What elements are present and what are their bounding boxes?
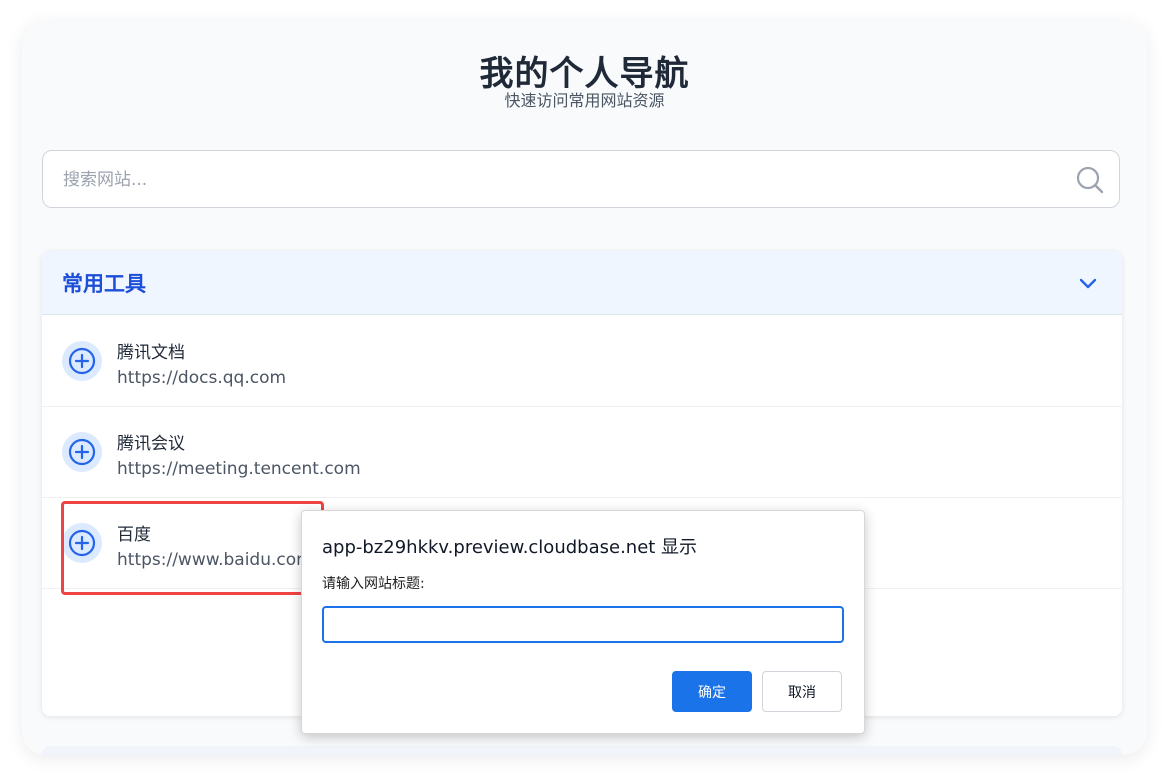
site-item[interactable]: 腾讯会议 https://meeting.tencent.com	[42, 407, 1122, 498]
site-url: https://meeting.tencent.com	[117, 459, 361, 479]
site-name: 百度	[117, 525, 151, 545]
site-item[interactable]: 腾讯文档 https://docs.qq.com	[42, 316, 1122, 407]
site-name: 腾讯会议	[117, 434, 185, 454]
search-box	[42, 150, 1120, 209]
site-url: https://docs.qq.com	[117, 368, 287, 388]
section-header[interactable]: 常用工具	[42, 251, 1122, 315]
section-title: 常用工具	[62, 272, 146, 296]
plus-circle-icon	[62, 432, 102, 472]
search-icon[interactable]	[1075, 165, 1105, 195]
plus-circle-icon	[62, 341, 102, 381]
page-subtitle: 快速访问常用网站资源	[504, 91, 665, 110]
dialog-input[interactable]	[322, 606, 844, 643]
plus-circle-icon	[62, 523, 102, 563]
site-url: https://www.baidu.com	[117, 550, 313, 570]
ok-button[interactable]: 确定	[672, 671, 752, 712]
prompt-dialog: app-bz29hkkv.preview.cloudbase.net 显示 请输…	[301, 510, 865, 734]
cancel-button[interactable]: 取消	[762, 671, 842, 712]
site-name: 腾讯文档	[117, 343, 185, 363]
search-input[interactable]	[43, 151, 1075, 209]
dialog-message: 请输入网站标题:	[322, 576, 425, 592]
dialog-title: app-bz29hkkv.preview.cloudbase.net 显示	[322, 537, 698, 558]
next-section	[42, 746, 1122, 755]
chevron-down-icon[interactable]	[1076, 271, 1100, 295]
